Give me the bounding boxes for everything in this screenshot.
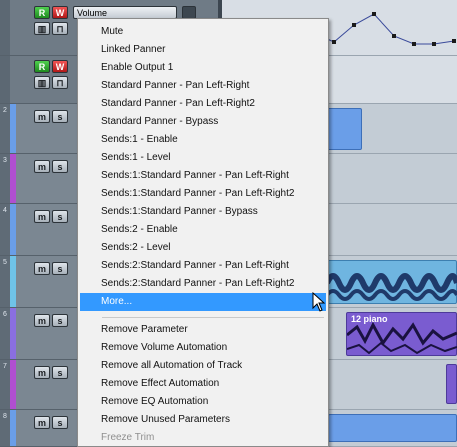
track-number: 2 <box>0 104 10 153</box>
track-color-strip <box>10 204 16 255</box>
mute-button[interactable]: m <box>34 366 50 379</box>
menu-item-freeze-trim: Freeze Trim <box>101 432 155 443</box>
menu-item-linked-panner[interactable]: Linked Panner <box>80 41 326 59</box>
menu-item-more[interactable]: More... <box>80 293 326 311</box>
lane-mute-button[interactable]: ▥ <box>34 22 50 35</box>
menu-item-sends1-pan-left-right2[interactable]: Sends:1:Standard Panner - Pan Left-Right… <box>80 185 326 203</box>
solo-button[interactable]: s <box>52 160 68 173</box>
read-automation-button[interactable]: R <box>34 60 50 73</box>
track-number: 7 <box>0 360 10 409</box>
menu-item-remove-all-automation[interactable]: Remove all Automation of Track <box>80 357 326 375</box>
write-automation-button[interactable]: W <box>52 6 68 19</box>
menu-item-remove-volume-automation[interactable]: Remove Volume Automation <box>80 339 326 357</box>
mute-button[interactable]: m <box>34 210 50 223</box>
menu-item-sends1-enable[interactable]: Sends:1 - Enable <box>80 131 326 149</box>
mute-button[interactable]: m <box>34 160 50 173</box>
track-number: 5 <box>0 256 10 307</box>
audio-event[interactable] <box>446 364 457 404</box>
menu-item-sends1-pan-left-right[interactable]: Sends:1:Standard Panner - Pan Left-Right <box>80 167 326 185</box>
menu-item-enable-output-1[interactable]: Enable Output 1 <box>80 59 326 77</box>
menu-separator <box>102 317 324 318</box>
read-automation-button[interactable]: R <box>34 6 50 19</box>
lane-mute-button[interactable]: ▥ <box>34 76 50 89</box>
menu-item-sends1-bypass[interactable]: Sends:1:Standard Panner - Bypass <box>80 203 326 221</box>
mouse-pointer-icon <box>312 292 326 312</box>
track-color-strip <box>10 308 16 359</box>
track-color-strip <box>10 410 16 446</box>
solo-button[interactable]: s <box>52 262 68 275</box>
waveform <box>324 273 457 301</box>
track-color-strip <box>10 360 16 409</box>
menu-item-pan-left-right2[interactable]: Standard Panner - Pan Left-Right2 <box>80 95 326 113</box>
mute-button[interactable]: m <box>34 416 50 429</box>
track-color-strip <box>10 104 16 153</box>
solo-button[interactable]: s <box>52 416 68 429</box>
solo-button[interactable]: s <box>52 366 68 379</box>
menu-item-remove-eq-automation[interactable]: Remove EQ Automation <box>80 393 326 411</box>
automation-context-menu: Mute Linked Panner Enable Output 1 Stand… <box>77 18 329 447</box>
solo-button[interactable]: s <box>52 314 68 327</box>
audio-event-piano[interactable]: 12 piano <box>346 312 457 356</box>
menu-item-sends2-pan-left-right[interactable]: Sends:2:Standard Panner - Pan Left-Right <box>80 257 326 275</box>
track-number: 4 <box>0 204 10 255</box>
menu-item-remove-parameter[interactable]: Remove Parameter <box>80 321 326 339</box>
menu-item-sends1-level[interactable]: Sends:1 - Level <box>80 149 326 167</box>
track-number: 3 <box>0 154 10 203</box>
lock-icon[interactable]: ⊓ <box>52 22 68 35</box>
menu-item-panner-bypass[interactable]: Standard Panner - Bypass <box>80 113 326 131</box>
menu-item-sends2-pan-left-right2[interactable]: Sends:2:Standard Panner - Pan Left-Right… <box>80 275 326 293</box>
solo-button[interactable]: s <box>52 210 68 223</box>
midi-event[interactable] <box>328 414 457 442</box>
menu-item-mute[interactable]: Mute <box>80 23 326 41</box>
menu-item-sends2-level[interactable]: Sends:2 - Level <box>80 239 326 257</box>
menu-item-remove-unused-parameters[interactable]: Remove Unused Parameters <box>80 411 326 429</box>
daw-window: R W Volume ▥ ⊓ R W ▥ ⊓ 2 m s 3 m s 4 m s… <box>0 0 457 447</box>
mute-button[interactable]: m <box>34 110 50 123</box>
lock-icon[interactable]: ⊓ <box>52 76 68 89</box>
mute-button[interactable]: m <box>34 262 50 275</box>
waveform <box>347 321 457 355</box>
menu-item-remove-effect-automation[interactable]: Remove Effect Automation <box>80 375 326 393</box>
track-number: 8 <box>0 410 10 446</box>
track-color-strip <box>10 154 16 203</box>
menu-item-sends2-enable[interactable]: Sends:2 - Enable <box>80 221 326 239</box>
solo-button[interactable]: s <box>52 110 68 123</box>
write-automation-button[interactable]: W <box>52 60 68 73</box>
menu-item-pan-left-right[interactable]: Standard Panner - Pan Left-Right <box>80 77 326 95</box>
audio-event[interactable] <box>322 260 457 304</box>
track-number: 6 <box>0 308 10 359</box>
track-color-strip <box>10 256 16 307</box>
mute-button[interactable]: m <box>34 314 50 327</box>
